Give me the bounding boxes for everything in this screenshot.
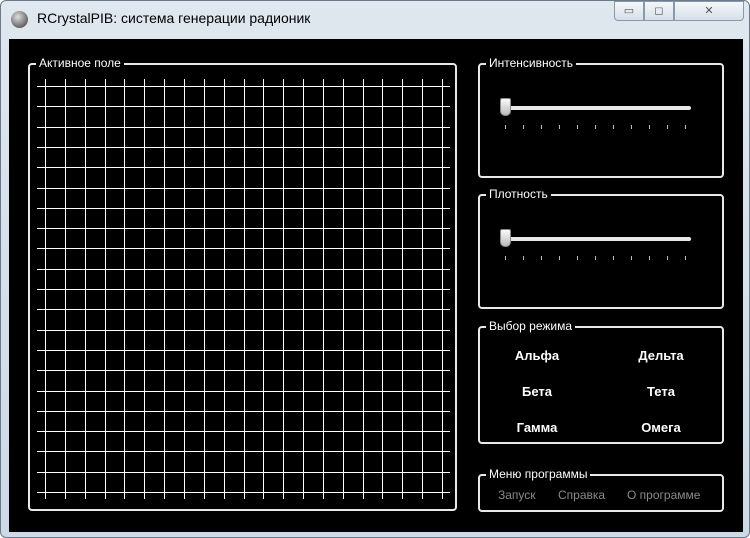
slider-tick — [577, 125, 578, 129]
program-menu-group: Меню программы Запуск Справка О программ… — [478, 467, 724, 512]
grid-hline — [37, 390, 450, 392]
grid-hline — [37, 431, 450, 433]
slider-track — [500, 106, 691, 110]
grid-hline — [37, 492, 450, 493]
client-area: Активное поле Интенсивность Плотность Вы… — [9, 39, 743, 532]
slider-tick — [541, 256, 542, 260]
menu-help-link[interactable]: Справка — [558, 488, 605, 502]
grid-hline — [37, 410, 450, 412]
mode-omega-button[interactable]: Омега — [616, 420, 706, 435]
grid-vline — [422, 79, 424, 499]
grid-vline — [283, 79, 285, 499]
density-label: Плотность — [486, 187, 551, 201]
slider-tick — [577, 256, 578, 260]
close-button[interactable]: ✕ — [674, 1, 744, 21]
intensity-label: Интенсивность — [486, 56, 577, 70]
grid-hline — [37, 349, 450, 351]
grid-vline — [263, 79, 265, 499]
app-window: RCrystalPIB: система генерации радионик … — [0, 0, 750, 538]
intensity-group: Интенсивность — [478, 56, 724, 178]
slider-tick — [649, 256, 650, 260]
grid-vline — [402, 79, 404, 499]
slider-tick — [613, 125, 614, 129]
slider-tick — [685, 256, 686, 260]
mode-group: Выбор режима Альфа Дельта Бета Тета Гамм… — [478, 319, 724, 444]
maximize-button[interactable]: ◻ — [644, 1, 674, 21]
grid-hline — [37, 289, 450, 290]
slider-tick — [631, 125, 632, 129]
slider-tick — [595, 256, 596, 260]
slider-tick — [523, 125, 524, 129]
menu-about-link[interactable]: О программе — [627, 488, 700, 502]
app-icon — [11, 11, 28, 28]
density-slider[interactable] — [500, 226, 705, 266]
window-title: RCrystalPIB: система генерации радионик — [37, 10, 311, 26]
grid-vline — [442, 79, 443, 499]
mode-alpha-button[interactable]: Альфа — [492, 348, 582, 363]
slider-tick — [541, 125, 542, 129]
mode-beta-button[interactable]: Бета — [492, 384, 582, 399]
slider-tick — [631, 256, 632, 260]
grid-hline — [37, 451, 450, 453]
grid-vline — [322, 79, 324, 499]
slider-tick — [613, 256, 614, 260]
slider-tick — [559, 125, 560, 129]
intensity-slider[interactable] — [500, 95, 705, 135]
density-group: Плотность — [478, 187, 724, 309]
slider-tick — [559, 256, 560, 260]
slider-tick — [685, 125, 686, 129]
mode-label: Выбор режима — [486, 319, 576, 333]
slider-tick — [649, 125, 650, 129]
grid-vline — [342, 79, 344, 499]
grid-hline — [37, 309, 450, 311]
active-field-grid[interactable] — [30, 65, 455, 509]
slider-tick — [667, 256, 668, 260]
mode-gamma-button[interactable]: Гамма — [492, 420, 582, 435]
active-field-group: Активное поле — [28, 56, 457, 511]
mode-delta-button[interactable]: Дельта — [616, 348, 706, 363]
minimize-button[interactable]: ▭ — [614, 1, 644, 21]
slider-tick — [505, 256, 506, 260]
program-menu-label: Меню программы — [486, 467, 591, 481]
slider-tick — [667, 125, 668, 129]
slider-track — [500, 237, 691, 241]
grid-hline — [37, 471, 450, 473]
slider-tick — [523, 256, 524, 260]
mode-theta-button[interactable]: Тета — [616, 384, 706, 399]
slider-thumb[interactable] — [500, 229, 511, 247]
slider-tick — [595, 125, 596, 129]
grid-vline — [382, 79, 384, 499]
grid-vline — [303, 79, 305, 499]
grid-hline — [37, 370, 450, 372]
grid-hline — [37, 329, 450, 331]
slider-thumb[interactable] — [500, 98, 511, 116]
menu-start-link[interactable]: Запуск — [498, 488, 536, 502]
grid-vline — [362, 79, 364, 499]
slider-tick — [505, 125, 506, 129]
